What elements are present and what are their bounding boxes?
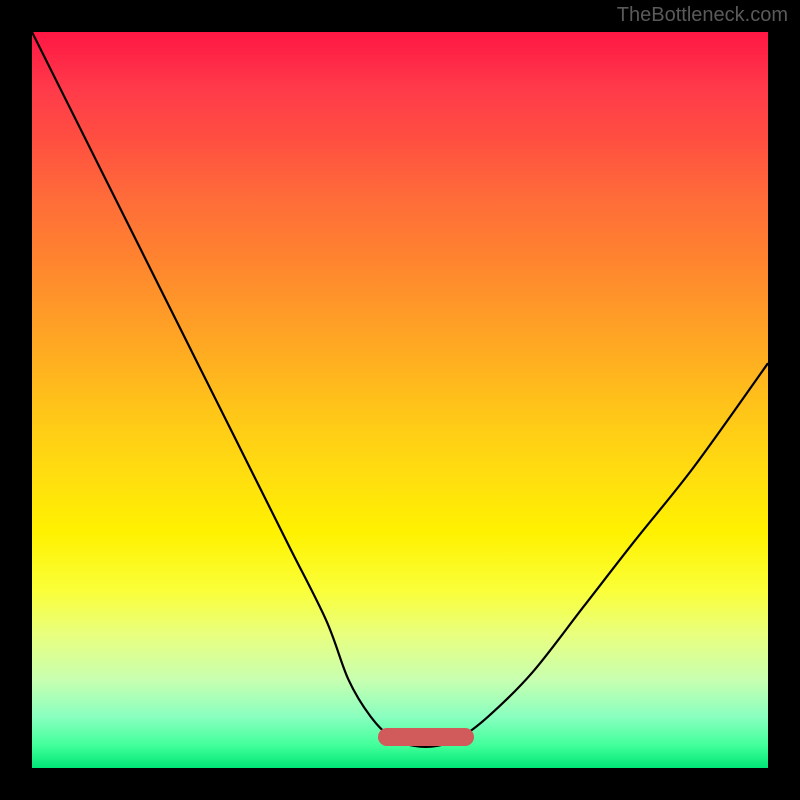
plot-area [32,32,768,768]
watermark-text: TheBottleneck.com [617,4,788,27]
valley-highlight [378,728,474,746]
bottleneck-curve-line [32,32,768,747]
curve-svg [32,32,768,768]
